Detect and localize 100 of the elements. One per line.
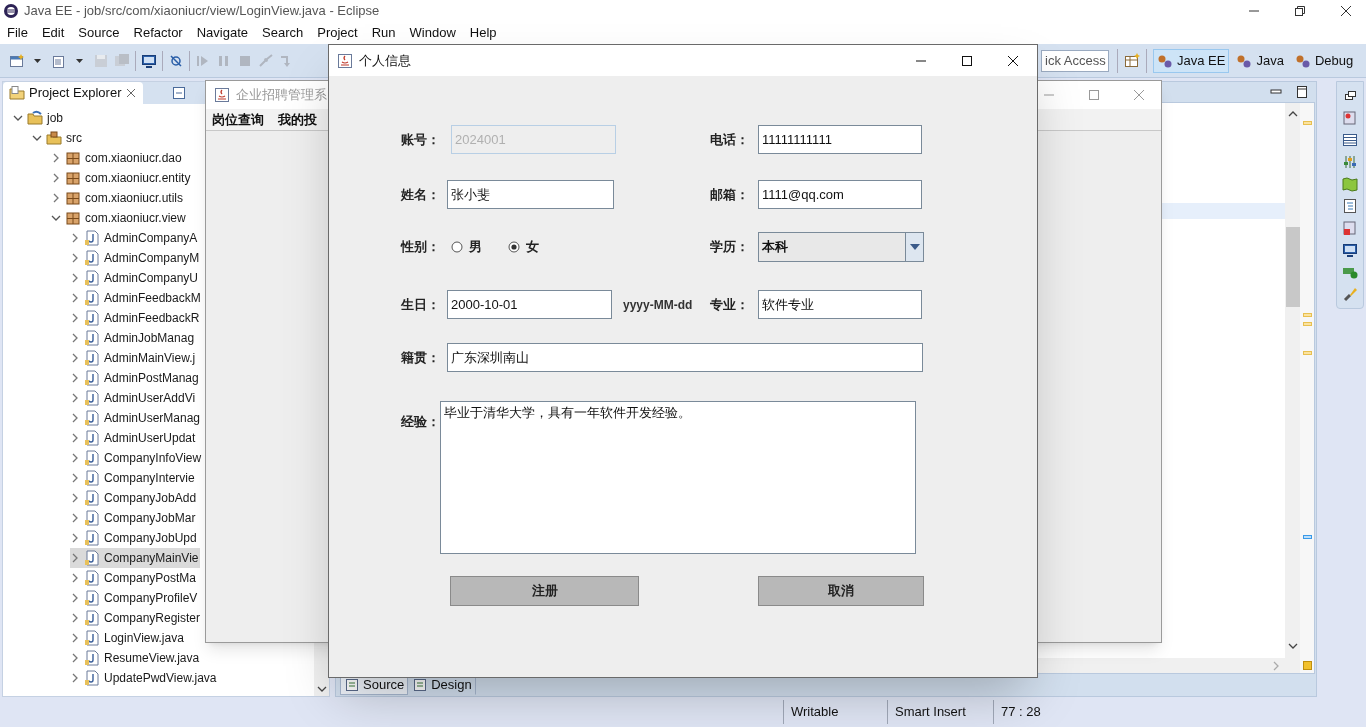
tree-item[interactable]: AdminFeedbackR (70, 308, 201, 328)
experience-textarea[interactable]: 毕业于清华大学，具有一年软件开发经验。 (440, 401, 916, 554)
tree-item[interactable]: AdminJobManag (70, 328, 196, 348)
tree-item[interactable]: CompanyPostMa (70, 568, 198, 588)
tree-item[interactable]: com.xiaoniucr.dao (51, 148, 183, 168)
tree-item[interactable]: AdminUserManag (70, 408, 202, 428)
java-file-icon (84, 330, 100, 346)
hometown-field[interactable]: 广东深圳南山 (447, 343, 923, 372)
tree-item[interactable]: CompanyIntervie (70, 468, 196, 488)
skip-breakpoints-icon[interactable] (168, 52, 184, 69)
tree-item[interactable]: AdminFeedbackM (70, 288, 202, 308)
status-text: Writable (791, 703, 839, 722)
java-file-icon (84, 510, 100, 526)
field-label: 邮箱： (710, 185, 750, 204)
tree-item[interactable]: com.xiaoniucr.entity (51, 168, 192, 188)
java-file-icon (84, 570, 100, 586)
tree-item[interactable]: CompanyJobMar (70, 508, 197, 528)
monitor-icon[interactable] (141, 52, 157, 69)
map-icon[interactable] (1342, 176, 1358, 192)
status-text: 77 : 28 (1001, 703, 1041, 722)
java-file-icon (84, 270, 100, 286)
menu-item[interactable]: Search (262, 23, 304, 43)
tree-item[interactable]: AdminUserAddVi (70, 388, 197, 408)
birthday-field[interactable]: 2000-10-01 (447, 290, 612, 319)
menu-item[interactable]: Help (469, 23, 497, 43)
tree-item[interactable]: job (13, 108, 64, 128)
servers-icon[interactable] (1342, 110, 1358, 126)
view-tab[interactable]: Project Explorer (3, 82, 144, 104)
tree-item[interactable]: CompanyJobAdd (70, 488, 198, 508)
tree-item[interactable]: com.xiaoniucr.view (51, 208, 187, 228)
outline-icon[interactable] (1342, 198, 1358, 214)
java-file-icon (84, 390, 100, 406)
menu-item[interactable]: Navigate (196, 23, 248, 43)
menu-item[interactable]: 岗位查询 (212, 109, 264, 130)
document-icon (344, 677, 360, 693)
field-label: 经验： (401, 414, 440, 429)
close-icon[interactable] (1338, 3, 1354, 19)
document-icon (412, 677, 429, 693)
menu-item[interactable]: Window (409, 23, 456, 43)
radio-option[interactable]: 女 (508, 236, 539, 257)
app-icon (337, 52, 353, 69)
menu-item[interactable]: Run (371, 23, 396, 43)
tree-item[interactable]: com.xiaoniucr.utils (51, 188, 185, 208)
tree-item[interactable]: AdminMainView.j (70, 348, 197, 368)
tree-item[interactable]: LoginView.java (70, 628, 185, 648)
package-icon (65, 150, 81, 166)
tree-item[interactable]: src (32, 128, 83, 148)
menu-item[interactable]: File (7, 23, 28, 43)
tree-item[interactable]: UpdatePwdView.java (70, 668, 218, 688)
close-icon (125, 87, 138, 99)
tree-item[interactable]: CompanyInfoView (70, 448, 203, 468)
console-icon[interactable] (1342, 242, 1358, 258)
save-all-icon (114, 52, 130, 69)
tree-item[interactable]: CompanyJobUpd (70, 528, 198, 548)
table-icon[interactable] (1342, 132, 1358, 148)
email-field[interactable]: 1111@qq.com (758, 180, 922, 209)
menu-item[interactable]: Project (317, 23, 358, 43)
perspective-button[interactable]: Java EE (1153, 48, 1230, 73)
radio-option[interactable]: 男 (451, 236, 482, 257)
tree-item[interactable]: CompanyRegister (70, 608, 202, 628)
window-title: 企业招聘管理系 (236, 86, 327, 105)
menu-item[interactable]: Source (78, 23, 120, 43)
tree-item[interactable]: ResumeView.java (70, 648, 201, 668)
java-file-icon (84, 230, 100, 246)
field-label: 账号： (401, 130, 441, 149)
cancel-button[interactable]: 取消 (758, 576, 924, 606)
name-field[interactable]: 张小斐 (447, 180, 614, 209)
scrollbar-thumb[interactable] (1285, 227, 1300, 307)
education-dropdown[interactable]: 本科 (758, 231, 924, 262)
tree-item[interactable]: AdminCompanyA (70, 228, 199, 248)
brush-icon[interactable] (1342, 286, 1358, 302)
phone-field[interactable]: 11111111111 (758, 125, 922, 154)
tree-item[interactable]: CompanyMainVie (70, 548, 200, 568)
java-file-icon (84, 250, 100, 266)
error-log-icon[interactable] (1342, 220, 1358, 236)
quick-access-field[interactable]: ick Access (1041, 49, 1109, 72)
tree-item[interactable]: AdminCompanyU (70, 268, 200, 288)
java-file-icon (84, 610, 100, 626)
restore-icon[interactable] (1292, 3, 1308, 19)
menu-item[interactable]: Refactor (133, 23, 183, 43)
sliders-icon[interactable] (1342, 154, 1358, 170)
tree-item[interactable]: AdminCompanyM (70, 248, 201, 268)
new-window-icon[interactable] (9, 52, 25, 69)
maximize-icon[interactable] (1294, 84, 1310, 100)
collapse-all-icon[interactable] (171, 85, 188, 101)
perspective-button[interactable]: Java (1232, 48, 1288, 73)
java-file-icon (84, 450, 100, 466)
register-button[interactable]: 注册 (450, 576, 639, 606)
open-perspective-icon[interactable] (1124, 52, 1140, 69)
tree-item[interactable]: AdminUserUpdat (70, 428, 197, 448)
major-field[interactable]: 软件专业 (758, 290, 922, 319)
java-file-icon (84, 430, 100, 446)
field-label: 性别： (401, 237, 441, 256)
perspective-button[interactable]: Debug (1290, 48, 1358, 73)
window-title: 个人信息 (359, 51, 411, 70)
tree-item[interactable]: CompanyProfileV (70, 588, 199, 608)
menu-item[interactable]: 我的投 (278, 109, 317, 130)
java-file-icon (84, 630, 100, 646)
menu-item[interactable]: Edit (41, 23, 65, 43)
tree-item[interactable]: AdminPostManag (70, 368, 200, 388)
